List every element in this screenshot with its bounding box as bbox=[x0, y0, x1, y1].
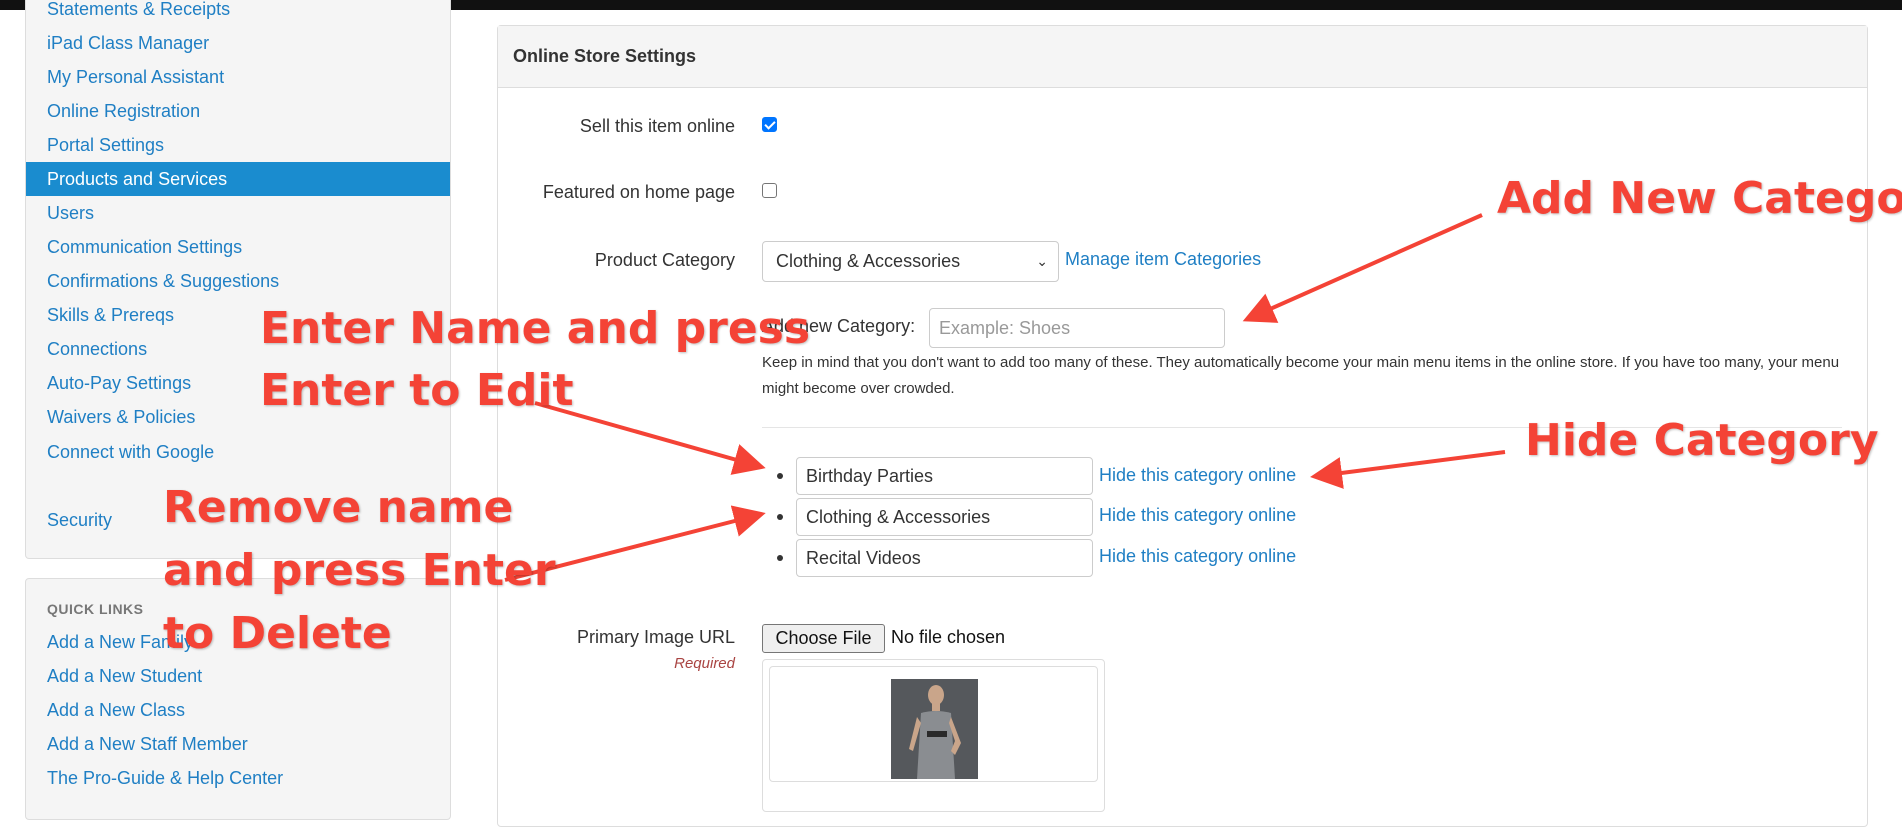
annotation-remove-line2: and press Enter bbox=[163, 545, 556, 596]
annotation-hide-category: Hide Category bbox=[1525, 415, 1879, 466]
annotation-add-new-category: Add New Category bbox=[1497, 173, 1902, 224]
annotation-remove-line1: Remove name bbox=[163, 482, 514, 533]
annotation-enter-name-line2: Enter to Edit bbox=[260, 365, 574, 416]
arrow-add-category bbox=[1242, 213, 1483, 323]
arrow-hide-category bbox=[1310, 450, 1506, 489]
annotation-enter-name-line1: Enter Name and press bbox=[260, 303, 811, 354]
annotation-remove-line3: to Delete bbox=[163, 608, 392, 659]
